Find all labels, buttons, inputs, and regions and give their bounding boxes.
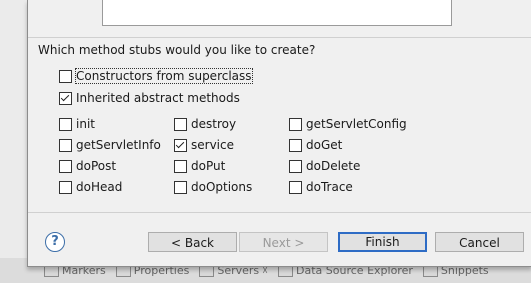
finish-button[interactable]: Finish — [338, 232, 427, 252]
checkbox-label: doDelete — [306, 159, 361, 173]
stub-dodelete-checkbox[interactable]: doDelete — [289, 159, 360, 173]
create-servlet-dialog: Which method stubs would you like to cre… — [27, 0, 531, 267]
stub-getservletinfo-checkbox[interactable]: getServletInfo — [59, 138, 161, 152]
checkbox-label: doPost — [76, 159, 117, 173]
checkbox-box[interactable] — [289, 117, 302, 131]
checkbox-label: doPut — [191, 159, 226, 173]
separator — [28, 212, 531, 213]
checkbox-box[interactable] — [174, 159, 187, 173]
checkbox-label: doOptions — [191, 180, 253, 194]
checkbox-label: Inherited abstract methods — [76, 91, 240, 105]
checkbox-label: init — [76, 117, 95, 131]
constructors-checkbox[interactable]: Constructors from superclass — [59, 68, 253, 84]
stub-doget-checkbox[interactable]: doGet — [289, 138, 342, 152]
method-stubs-question: Which method stubs would you like to cre… — [38, 43, 316, 57]
help-icon[interactable]: ? — [45, 232, 65, 252]
stub-dohead-checkbox[interactable]: doHead — [59, 180, 122, 194]
stub-init-checkbox[interactable]: init — [59, 117, 95, 131]
checkbox-label: destroy — [191, 117, 237, 131]
stub-dopost-checkbox[interactable]: doPost — [59, 159, 116, 173]
checkbox-box[interactable] — [289, 180, 302, 194]
checkbox-box[interactable] — [59, 117, 72, 131]
stub-service-checkbox[interactable]: service — [174, 138, 234, 152]
checkbox-label: getServletInfo — [76, 138, 161, 152]
checkbox-label: doGet — [306, 138, 343, 152]
checkbox-label: getServletConfig — [306, 117, 407, 131]
stub-doput-checkbox[interactable]: doPut — [174, 159, 225, 173]
checkbox-label: Constructors from superclass — [75, 68, 253, 84]
cancel-button[interactable]: Cancel — [435, 232, 524, 252]
stub-dooptions-checkbox[interactable]: doOptions — [174, 180, 252, 194]
checkbox-box[interactable] — [289, 138, 302, 152]
checkbox-box[interactable] — [59, 138, 72, 152]
next-button[interactable]: Next > — [239, 232, 328, 252]
checkbox-box[interactable] — [59, 180, 72, 194]
stub-dotrace-checkbox[interactable]: doTrace — [289, 180, 353, 194]
checkbox-box[interactable] — [289, 159, 302, 173]
separator — [28, 37, 531, 38]
description-text-area[interactable] — [102, 0, 452, 26]
inherited-abstract-checkbox[interactable]: Inherited abstract methods — [59, 91, 240, 105]
checkbox-label: doTrace — [306, 180, 353, 194]
checkbox-label: doHead — [76, 180, 123, 194]
checkbox-label: service — [191, 138, 234, 152]
checkbox-box[interactable] — [59, 159, 72, 173]
stub-getservletconfig-checkbox[interactable]: getServletConfig — [289, 117, 407, 131]
checkbox-box[interactable] — [59, 69, 72, 83]
checkbox-box[interactable] — [59, 91, 72, 105]
back-button[interactable]: < Back — [148, 232, 237, 252]
stub-destroy-checkbox[interactable]: destroy — [174, 117, 236, 131]
checkbox-box[interactable] — [174, 180, 187, 194]
checkbox-box[interactable] — [174, 138, 187, 152]
checkbox-box[interactable] — [174, 117, 187, 131]
